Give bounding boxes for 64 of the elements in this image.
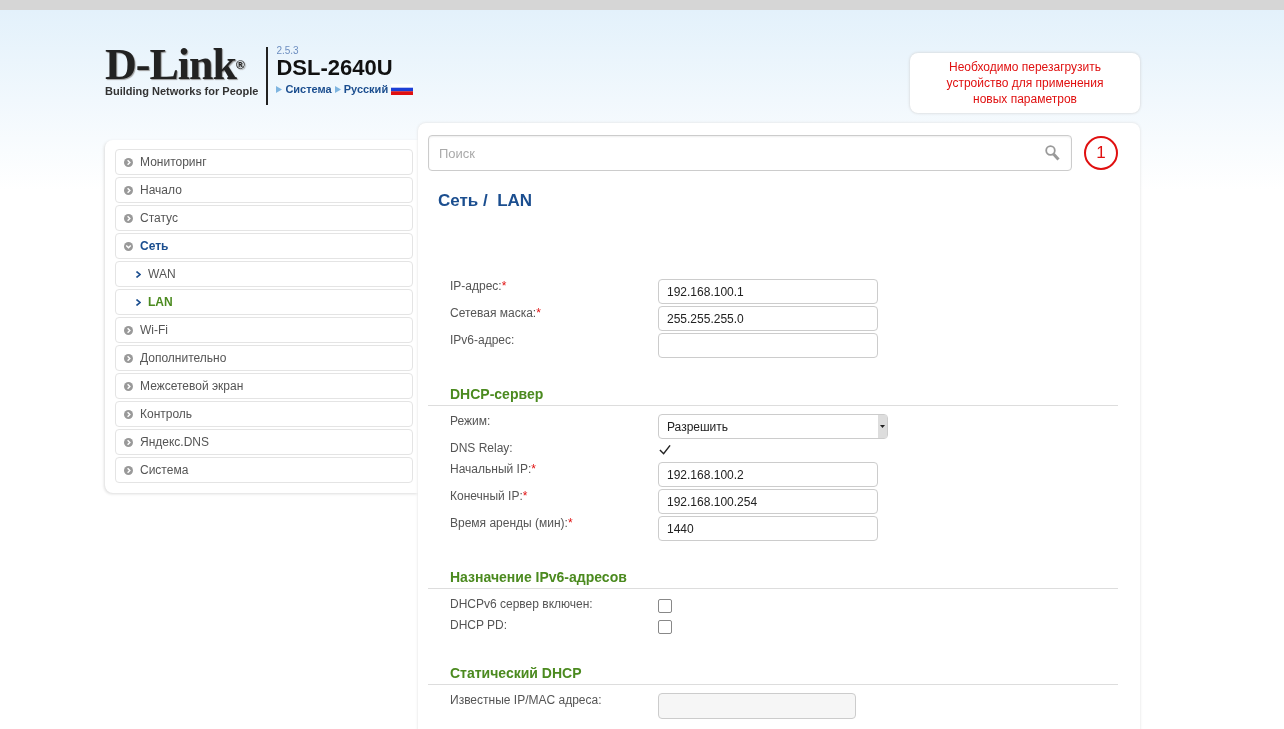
menu-item[interactable]: Wi-Fi bbox=[115, 317, 413, 343]
search-icon bbox=[1045, 145, 1060, 161]
menu-item[interactable]: Межсетевой экран bbox=[115, 373, 413, 399]
section-heading: Назначение IPv6-адресов bbox=[428, 569, 1118, 589]
chevron-icon bbox=[136, 270, 141, 278]
field-label: Сетевая маска:* bbox=[450, 305, 542, 322]
checkbox[interactable] bbox=[658, 599, 672, 613]
select-field[interactable]: Разрешить bbox=[658, 414, 888, 439]
text-field[interactable]: 1440 bbox=[658, 516, 878, 541]
field-label: Конечный IP:* bbox=[450, 488, 529, 505]
field-label: IP-адрес:* bbox=[450, 278, 508, 295]
field-label: DHCPv6 сервер включен: bbox=[450, 596, 594, 613]
triangle-icon bbox=[276, 85, 283, 93]
chevron-icon bbox=[124, 353, 133, 363]
menu-item[interactable]: Контроль bbox=[115, 401, 413, 427]
text-field[interactable]: 255.255.255.0 bbox=[658, 306, 878, 331]
firmware-version: 2.5.3 bbox=[276, 45, 300, 56]
notification-count[interactable]: 1 bbox=[1084, 136, 1118, 170]
text-field[interactable] bbox=[658, 333, 878, 358]
section-heading: DHCP-сервер bbox=[428, 386, 1118, 406]
triangle-icon bbox=[334, 85, 341, 93]
menu-item[interactable]: Система bbox=[115, 457, 413, 483]
flag-icon bbox=[391, 83, 414, 95]
chevron-icon bbox=[124, 213, 133, 223]
field-label: Начальный IP:* bbox=[450, 461, 537, 478]
text-field[interactable]: 192.168.100.254 bbox=[658, 489, 878, 514]
menu-item[interactable]: Мониторинг bbox=[115, 149, 413, 175]
chevron-icon bbox=[124, 185, 133, 195]
checkmark-icon bbox=[659, 444, 671, 456]
chevron-icon bbox=[124, 325, 133, 335]
menu-item[interactable]: Яндекс.DNS bbox=[115, 429, 413, 455]
text-field[interactable]: 192.168.100.1 bbox=[658, 279, 878, 304]
notification-message: Необходимо перезагрузить устройство для применения новых параметров bbox=[945, 59, 1105, 107]
submenu-item[interactable]: WAN bbox=[115, 261, 413, 287]
chevron-icon bbox=[124, 437, 133, 447]
menu-item[interactable]: Статус bbox=[115, 205, 413, 231]
field-label: IPv6-адрес: bbox=[450, 332, 516, 349]
breadcrumb-link[interactable]: Русский bbox=[343, 83, 389, 95]
page-title: Сеть / LAN bbox=[438, 191, 534, 211]
menu-item[interactable]: Дополнительно bbox=[115, 345, 413, 371]
field-label: Время аренды (мин):* bbox=[450, 515, 574, 532]
logo-tagline: Building Networks for People bbox=[105, 85, 259, 97]
field-label: DNS Relay: bbox=[450, 440, 514, 457]
chevron-icon bbox=[124, 465, 133, 475]
logo: D-Link$^{®}$ bbox=[105, 45, 245, 85]
menu-item[interactable]: Сеть bbox=[115, 233, 413, 259]
checkbox[interactable] bbox=[658, 443, 672, 457]
chevron-icon bbox=[124, 409, 133, 419]
checkbox[interactable] bbox=[658, 620, 672, 634]
breadcrumb-link[interactable]: Система bbox=[285, 83, 332, 95]
menu-item[interactable]: Начало bbox=[115, 177, 413, 203]
submenu-item[interactable]: LAN bbox=[115, 289, 413, 315]
search-field[interactable]: Поиск bbox=[428, 135, 1072, 171]
section-heading: Статический DHCP bbox=[428, 665, 1118, 685]
list-field[interactable] bbox=[658, 693, 856, 719]
model-name: DSL-2640U bbox=[276, 56, 394, 80]
text-field[interactable]: 192.168.100.2 bbox=[658, 462, 878, 487]
chevron-icon bbox=[124, 241, 133, 251]
field-label: Режим: bbox=[450, 413, 492, 430]
field-label: Известные IP/MAC адреса: bbox=[450, 692, 603, 709]
field-label: DHCP PD: bbox=[450, 617, 509, 634]
chevron-icon bbox=[124, 381, 133, 391]
chevron-icon bbox=[136, 298, 141, 306]
chevron-icon bbox=[124, 157, 133, 167]
